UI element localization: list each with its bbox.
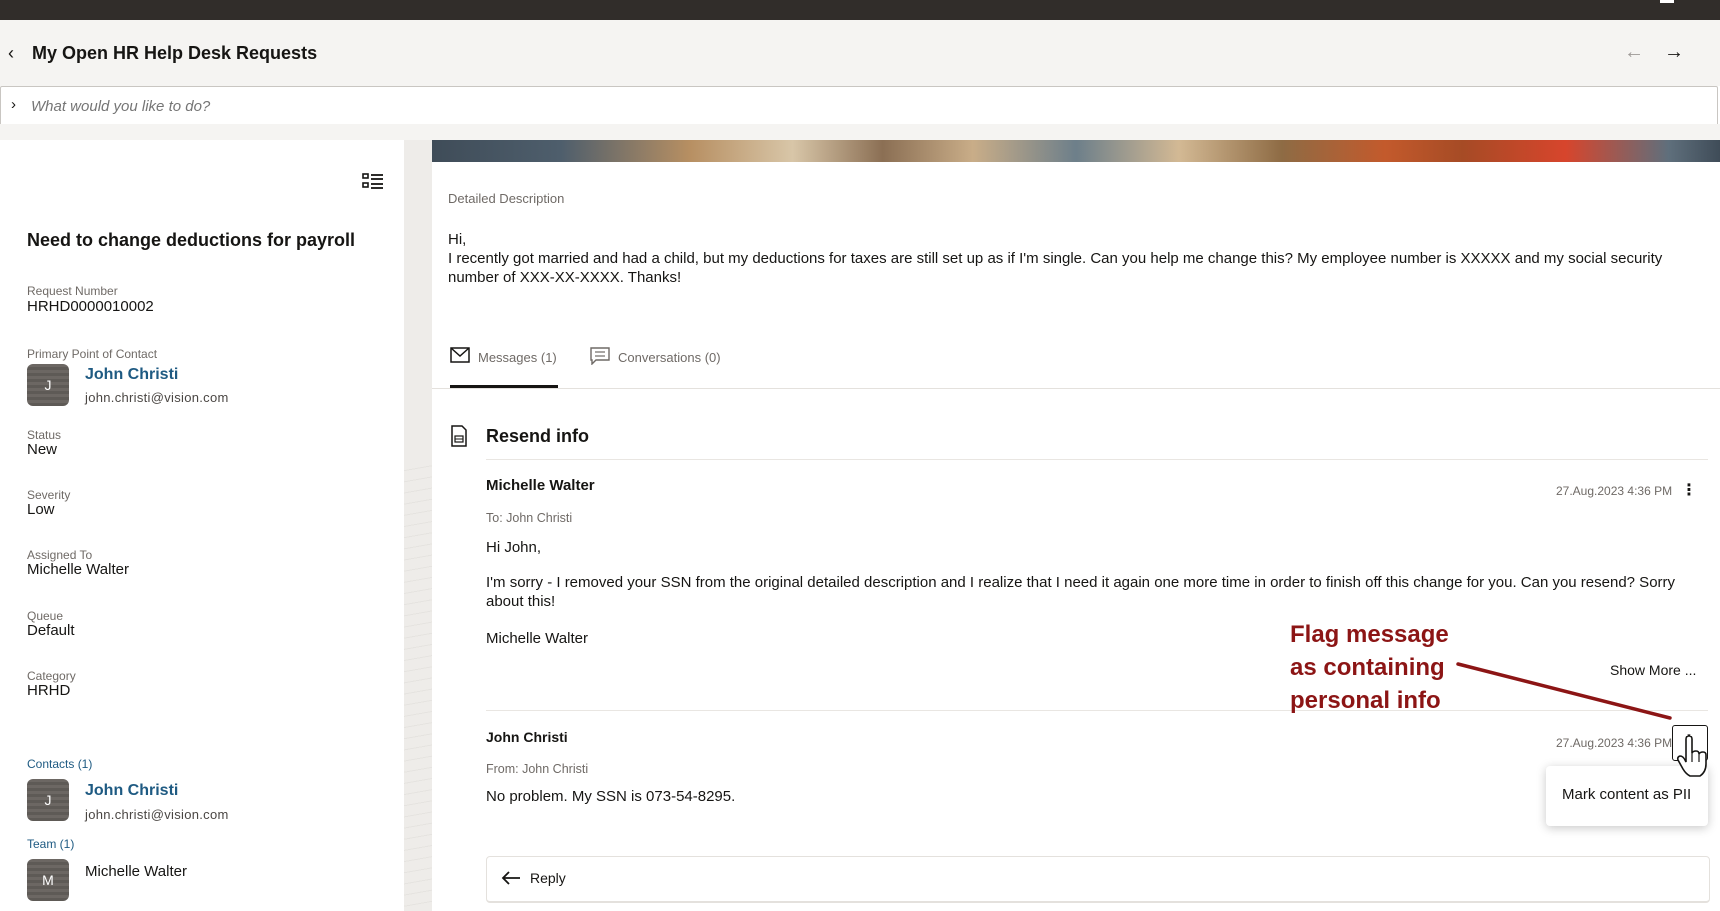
request-number-label: Request Number	[27, 284, 118, 298]
document-icon	[451, 425, 467, 447]
team-member-name: Michelle Walter	[85, 863, 187, 880]
detail-body: I recently got married and had a child, …	[448, 250, 1663, 286]
reply-button[interactable]: Reply	[486, 856, 1710, 903]
contact-name-link[interactable]: John Christi	[85, 782, 178, 800]
message-body: I'm sorry - I removed your SSN from the …	[486, 574, 1676, 610]
divider	[486, 710, 1708, 711]
top-system-bar	[0, 0, 1720, 20]
search-input[interactable]	[29, 93, 1633, 119]
annotation-line: personal info	[1290, 687, 1441, 714]
tab-messages-label: Messages (1)	[478, 350, 557, 365]
mark-pii-menu-item[interactable]: Mark content as PII	[1562, 786, 1691, 803]
message-greeting: Hi John,	[486, 539, 542, 556]
request-title: Need to change deductions for payroll	[27, 230, 356, 250]
contacts-section-label[interactable]: Contacts (1)	[27, 757, 92, 771]
detail-greeting: Hi,	[448, 231, 467, 248]
more-actions-icon[interactable]: ⋮	[1681, 480, 1697, 502]
message-sender: Michelle Walter	[486, 477, 595, 494]
reply-arrow-icon	[501, 871, 520, 885]
search-bar[interactable]: ›	[0, 86, 1718, 126]
status-value: New	[27, 441, 58, 458]
avatar[interactable]: J	[27, 364, 69, 406]
page-title: My Open HR Help Desk Requests	[32, 43, 318, 63]
tab-conversations-label: Conversations (0)	[618, 350, 721, 365]
tab-bar: Messages (1) Conversations (0)	[432, 336, 1720, 389]
tab-messages[interactable]: Messages (1)	[450, 347, 558, 388]
poc-name-link[interactable]: John Christi	[85, 366, 178, 384]
chevron-right-icon[interactable]: ›	[11, 96, 16, 113]
poc-email: john.christi@vision.com	[85, 390, 229, 405]
request-number-value: HRHD0000010002	[27, 298, 154, 315]
status-label: Status	[27, 428, 62, 442]
message-timestamp: 27.Aug.2023 4:36 PM	[1556, 484, 1673, 498]
envelope-icon	[450, 347, 470, 363]
assigned-to-label: Assigned To	[27, 548, 93, 562]
category-label: Category	[27, 669, 76, 683]
header-banner-image	[432, 140, 1720, 162]
message-signature: Michelle Walter	[486, 630, 588, 647]
arrow-right-icon[interactable]: →	[1664, 41, 1684, 64]
reply-label: Reply	[530, 870, 566, 886]
annotation-text: Flag message as containing personal info	[1290, 618, 1449, 717]
detailed-description-label: Detailed Description	[448, 191, 565, 206]
list-view-icon[interactable]	[362, 172, 384, 192]
queue-label: Queue	[27, 609, 64, 623]
severity-value: Low	[27, 501, 55, 518]
thread-subject: Resend info	[486, 426, 590, 446]
avatar[interactable]: J	[27, 779, 69, 821]
tab-conversations[interactable]: Conversations (0)	[590, 347, 730, 387]
contact-email: john.christi@vision.com	[85, 807, 229, 822]
chevron-left-icon[interactable]: ‹	[8, 44, 22, 62]
message-sender-from: From: John Christi	[486, 762, 589, 776]
hand-cursor-icon	[1676, 736, 1707, 777]
poc-label: Primary Point of Contact	[27, 347, 158, 361]
message-timestamp: 27.Aug.2023 4:36 PM	[1556, 736, 1673, 750]
menu-icon[interactable]	[1660, 0, 1674, 3]
show-more-link[interactable]: Show More ...	[1610, 662, 1696, 678]
team-section-label[interactable]: Team (1)	[27, 837, 74, 851]
message-sender: John Christi	[486, 729, 568, 745]
divider-texture	[404, 460, 432, 911]
chat-icon	[590, 347, 610, 365]
annotation-line: Flag message	[1290, 621, 1449, 648]
detailed-description-text: Hi, I recently got married and had a chi…	[448, 230, 1708, 287]
category-value: HRHD	[27, 682, 71, 699]
arrow-left-icon[interactable]: ←	[1624, 41, 1644, 64]
queue-value: Default	[27, 622, 75, 639]
assigned-to-value: Michelle Walter	[27, 561, 129, 578]
avatar[interactable]: M	[27, 859, 69, 901]
annotation-line: as containing	[1290, 654, 1445, 681]
page-background	[0, 124, 1720, 140]
severity-label: Severity	[27, 488, 71, 502]
message-body: No problem. My SSN is 073-54-8295.	[486, 788, 736, 805]
message-recipient: To: John Christi	[486, 511, 573, 525]
divider	[486, 459, 1708, 460]
